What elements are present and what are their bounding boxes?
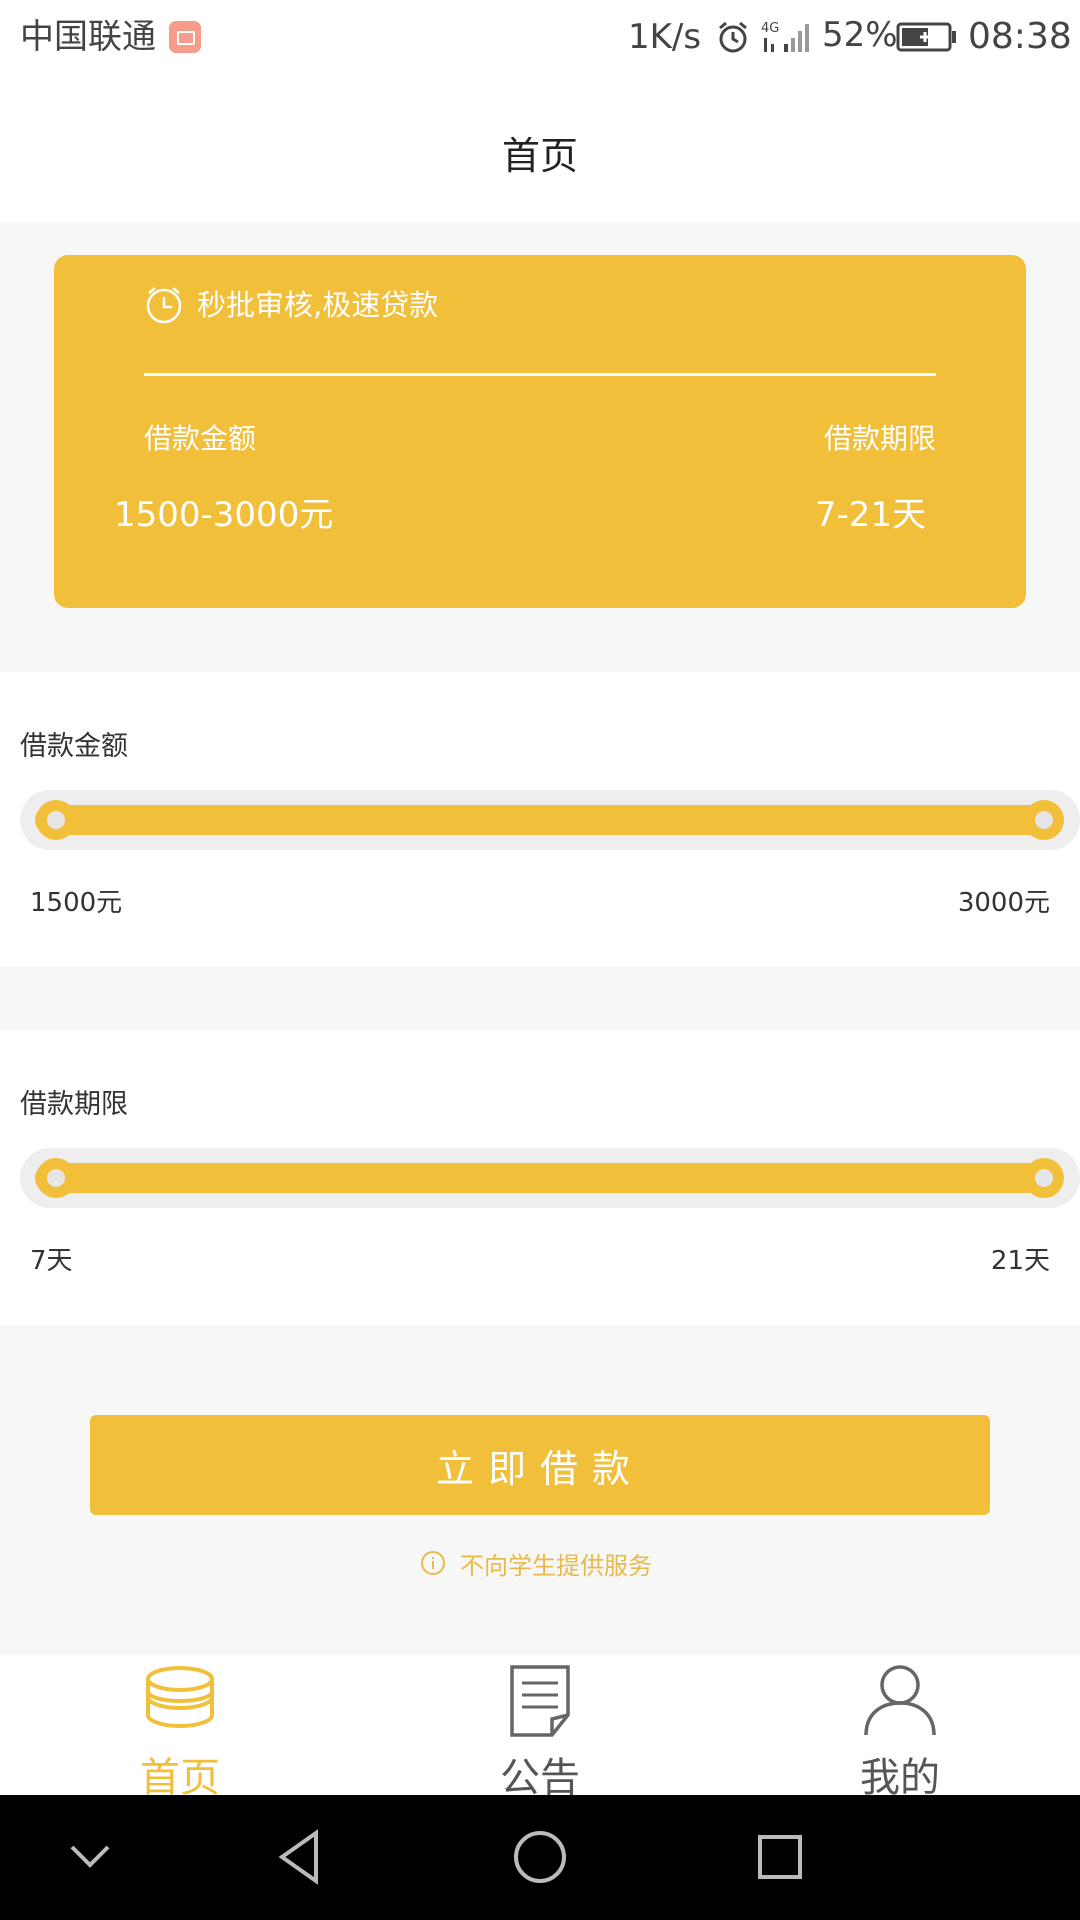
amount-max-label: 3000元 <box>957 888 1050 918</box>
term-slider-min-handle[interactable] <box>36 1158 76 1198</box>
amount-min-label: 1500元 <box>30 888 123 918</box>
hero-term-value: 7-21天 <box>814 495 926 535</box>
hero-term-label: 借款期限 <box>823 422 936 455</box>
bottom-tab-bar: 首页 公告 我的 <box>0 1655 1080 1801</box>
term-min-label: 7天 <box>30 1246 73 1276</box>
tab-home[interactable]: 首页 <box>0 1655 360 1801</box>
amount-slider-max-handle[interactable] <box>1024 800 1064 840</box>
tab-profile[interactable]: 我的 <box>720 1655 1080 1801</box>
term-slider-label: 借款期限 <box>20 1089 128 1120</box>
document-icon <box>510 1665 570 1737</box>
amount-slider-fill <box>35 805 1045 835</box>
clock-icon <box>146 287 182 324</box>
hero-amount-label: 借款金额 <box>144 422 257 455</box>
status-bar: 中国联通 1K/s 4G 52% 08:38 <box>0 0 1080 75</box>
carrier-name: 中国联通 <box>20 17 156 57</box>
home-icon[interactable] <box>508 1825 572 1889</box>
loan-summary-card: 秒批审核,极速贷款 借款金额 借款期限 1500-3000元 7-21天 <box>54 255 1026 608</box>
borrow-now-button[interactable]: 立即借款 <box>90 1415 990 1515</box>
network-type-label: 4G <box>761 21 779 36</box>
cell-signal-icon: 4G <box>761 21 809 52</box>
nav-header: 首页 <box>0 75 1080 222</box>
student-notice: 不向学生提供服务 <box>460 1552 652 1580</box>
page-title: 首页 <box>501 134 578 178</box>
term-slider-section: 借款期限 7天 21天 <box>0 1030 1080 1325</box>
user-icon <box>864 1665 936 1736</box>
clock-time: 08:38 <box>968 16 1072 57</box>
amount-slider-label: 借款金额 <box>20 731 128 762</box>
amount-slider-section: 借款金额 1500元 3000元 <box>0 672 1080 967</box>
tab-announcements[interactable]: 公告 <box>360 1655 720 1801</box>
coins-stack-icon <box>146 1666 214 1729</box>
recent-apps-icon[interactable] <box>748 1825 812 1889</box>
term-max-label: 21天 <box>990 1246 1050 1276</box>
system-nav-bar <box>0 1795 1080 1920</box>
hero-slogan: 秒批审核,极速贷款 <box>197 288 439 322</box>
hero-divider <box>144 373 936 376</box>
notification-icon <box>169 21 201 53</box>
info-icon <box>421 1551 445 1575</box>
alarm-clock-icon <box>719 21 747 53</box>
battery-icon <box>896 22 956 52</box>
term-slider-max-handle[interactable] <box>1024 1158 1064 1198</box>
amount-slider-min-handle[interactable] <box>36 800 76 840</box>
network-speed: 1K/s <box>628 17 702 57</box>
battery-percentage: 52% <box>822 15 898 55</box>
back-icon[interactable] <box>268 1825 332 1889</box>
term-slider-fill <box>35 1163 1045 1193</box>
hero-amount-value: 1500-3000元 <box>114 495 334 535</box>
chevron-down-icon[interactable] <box>58 1825 122 1889</box>
